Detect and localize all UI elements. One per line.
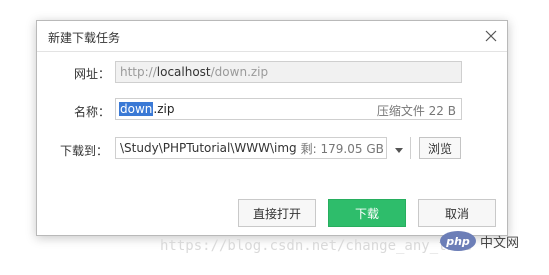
php-logo-text: 中文网: [480, 235, 520, 251]
php-cn-logo: php 中文网: [440, 230, 519, 252]
browse-button[interactable]: 浏览: [419, 137, 461, 159]
close-icon[interactable]: [482, 27, 500, 45]
cancel-button[interactable]: 取消: [418, 199, 496, 227]
chevron-down-icon: [394, 139, 403, 158]
free-space: 剩: 179.05 GB: [300, 141, 384, 156]
url-prefix: http://: [120, 65, 157, 79]
file-type-size: 压缩文件 22 B: [376, 104, 456, 118]
filename-input[interactable]: down .zip 压缩文件 22 B: [115, 98, 462, 120]
watermark-url: https://blog.csdn.net/change_any_time: [160, 238, 472, 254]
open-directly-button[interactable]: 直接打开: [238, 199, 316, 227]
save-path-input[interactable]: \Study\PHPTutorial\WWW\img 剩: 179.05 GB: [115, 137, 411, 159]
download-button[interactable]: 下载: [328, 199, 406, 227]
url-path: /down.zip: [210, 65, 269, 79]
url-field[interactable]: http://localhost/down.zip: [115, 61, 462, 83]
url-host: localhost: [156, 65, 211, 79]
save-path-dropdown[interactable]: [386, 137, 410, 159]
save-to-label: 下载到：: [60, 144, 109, 158]
filename-selected-text: down: [119, 102, 154, 116]
name-label: 名称：: [74, 105, 111, 119]
php-logo-icon: php: [440, 231, 476, 251]
dialog-titlebar: 新建下载任务: [37, 21, 507, 52]
save-path-text: \Study\PHPTutorial\WWW\img: [120, 141, 297, 155]
url-label: 网址：: [74, 67, 111, 81]
dialog-title: 新建下载任务: [48, 31, 121, 45]
filename-extension: .zip: [153, 102, 175, 116]
